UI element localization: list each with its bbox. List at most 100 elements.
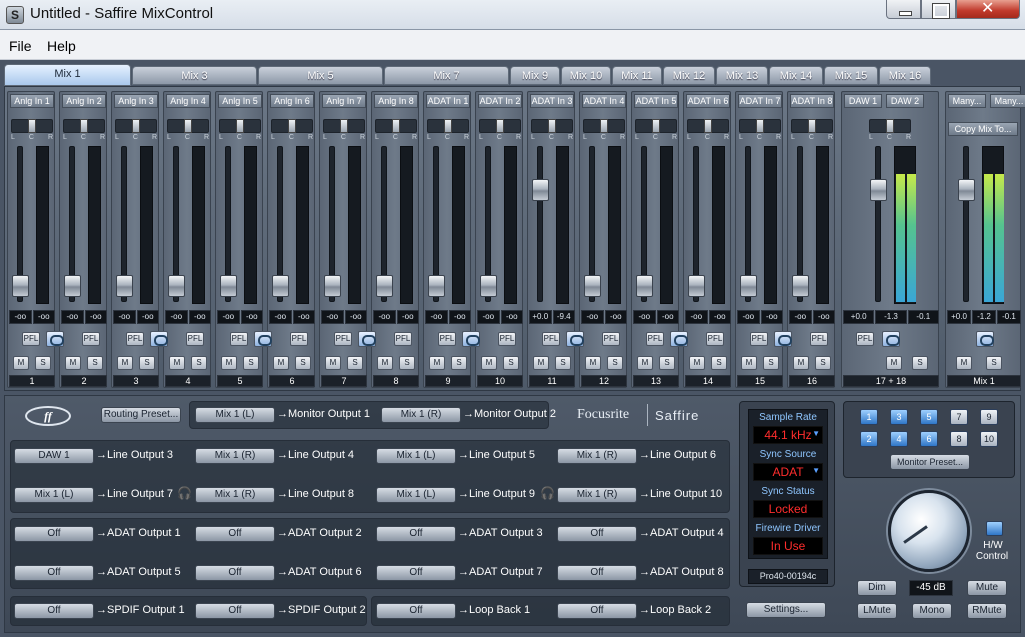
- monitor-volume-knob[interactable]: [888, 490, 970, 572]
- mute-button[interactable]: M: [13, 356, 29, 370]
- solo-button[interactable]: S: [503, 356, 519, 370]
- solo-button[interactable]: S: [139, 356, 155, 370]
- channel-name[interactable]: Anlg In 8: [374, 94, 418, 108]
- channel-name[interactable]: Many...: [948, 94, 986, 108]
- solo-button[interactable]: S: [607, 356, 623, 370]
- tab-mix-14[interactable]: Mix 14: [769, 66, 823, 85]
- tab-mix-13[interactable]: Mix 13: [716, 66, 768, 85]
- pan-slider[interactable]: [375, 119, 417, 133]
- channel-name[interactable]: DAW 2: [886, 94, 924, 108]
- pan-handle[interactable]: [28, 119, 36, 133]
- mute-button[interactable]: M: [886, 356, 902, 370]
- channel-name[interactable]: ADAT In 3: [530, 94, 574, 108]
- monitor-output-button-5[interactable]: 5: [920, 409, 938, 425]
- pan-handle[interactable]: [652, 119, 660, 133]
- route-source-select[interactable]: Mix 1 (L): [376, 448, 456, 464]
- monitor-output-button-3[interactable]: 3: [890, 409, 908, 425]
- mute-button[interactable]: M: [689, 356, 705, 370]
- solo-button[interactable]: S: [815, 356, 831, 370]
- volume-fader[interactable]: [792, 275, 809, 297]
- pfl-button[interactable]: PFL: [82, 332, 100, 346]
- pfl-button[interactable]: PFL: [22, 332, 40, 346]
- tab-mix-15[interactable]: Mix 15: [824, 66, 878, 85]
- mute-button[interactable]: M: [956, 356, 972, 370]
- route-source-select[interactable]: Off: [14, 603, 94, 619]
- dim-button[interactable]: Dim: [857, 580, 897, 596]
- pan-slider[interactable]: [791, 119, 833, 133]
- volume-fader[interactable]: [958, 179, 975, 201]
- pan-handle[interactable]: [340, 119, 348, 133]
- mono-button[interactable]: Mono: [912, 603, 952, 619]
- sync-source-value[interactable]: ADAT ▼: [753, 463, 823, 481]
- pfl-button[interactable]: PFL: [186, 332, 204, 346]
- pfl-button[interactable]: PFL: [602, 332, 620, 346]
- mute-button[interactable]: M: [117, 356, 133, 370]
- tab-mix-7[interactable]: Mix 7: [384, 66, 509, 85]
- solo-button[interactable]: S: [399, 356, 415, 370]
- monitor-output-button-4[interactable]: 4: [890, 431, 908, 447]
- channel-name[interactable]: ADAT In 7: [738, 94, 782, 108]
- pan-slider[interactable]: [219, 119, 261, 133]
- channel-name[interactable]: Anlg In 5: [218, 94, 262, 108]
- channel-name[interactable]: Anlg In 2: [62, 94, 106, 108]
- pan-slider[interactable]: [11, 119, 53, 133]
- pan-slider[interactable]: [63, 119, 105, 133]
- route-source-select[interactable]: Off: [195, 526, 275, 542]
- tab-mix-10[interactable]: Mix 10: [561, 66, 611, 85]
- route-source-select[interactable]: DAW 1: [14, 448, 94, 464]
- tab-mix-9[interactable]: Mix 9: [510, 66, 560, 85]
- copy-mix-button[interactable]: Copy Mix To...: [948, 122, 1018, 136]
- channel-name[interactable]: ADAT In 6: [686, 94, 730, 108]
- tab-mix-1[interactable]: Mix 1: [4, 64, 131, 86]
- pan-slider[interactable]: [115, 119, 157, 133]
- pan-handle[interactable]: [600, 119, 608, 133]
- route-source-select[interactable]: Mix 1 (R): [195, 487, 275, 503]
- maximize-button[interactable]: [921, 0, 956, 19]
- stereo-link-button[interactable]: [976, 331, 994, 347]
- pan-handle[interactable]: [496, 119, 504, 133]
- volume-fader[interactable]: [688, 275, 705, 297]
- stereo-link-button[interactable]: [882, 331, 900, 347]
- tab-mix-16[interactable]: Mix 16: [879, 66, 931, 85]
- route-source-select[interactable]: Off: [14, 526, 94, 542]
- stereo-link-button[interactable]: [566, 331, 584, 347]
- route-source-select[interactable]: Off: [14, 565, 94, 581]
- stereo-link-button[interactable]: [46, 331, 64, 347]
- tab-mix-11[interactable]: Mix 11: [612, 66, 662, 85]
- volume-fader[interactable]: [870, 179, 887, 201]
- mute-button[interactable]: M: [429, 356, 445, 370]
- solo-button[interactable]: S: [912, 356, 928, 370]
- mute-button[interactable]: M: [481, 356, 497, 370]
- pfl-button[interactable]: PFL: [810, 332, 828, 346]
- pfl-button[interactable]: PFL: [438, 332, 456, 346]
- monitor-preset-button[interactable]: Monitor Preset...: [890, 454, 970, 470]
- stereo-link-button[interactable]: [358, 331, 376, 347]
- channel-name[interactable]: Anlg In 6: [270, 94, 314, 108]
- tab-mix-3[interactable]: Mix 3: [132, 66, 257, 85]
- mute-button[interactable]: M: [793, 356, 809, 370]
- volume-fader[interactable]: [64, 275, 81, 297]
- mute-button[interactable]: M: [221, 356, 237, 370]
- solo-button[interactable]: S: [347, 356, 363, 370]
- pfl-button[interactable]: PFL: [290, 332, 308, 346]
- pan-handle[interactable]: [704, 119, 712, 133]
- pan-handle[interactable]: [886, 119, 894, 133]
- route-source-select[interactable]: Off: [195, 603, 275, 619]
- mute-button[interactable]: M: [65, 356, 81, 370]
- mute-button[interactable]: M: [169, 356, 185, 370]
- pan-slider[interactable]: [531, 119, 573, 133]
- settings-button[interactable]: Settings...: [746, 602, 826, 618]
- sample-rate-value[interactable]: 44.1 kHz ▼: [753, 426, 823, 444]
- solo-button[interactable]: S: [451, 356, 467, 370]
- route-source-select[interactable]: Off: [376, 526, 456, 542]
- solo-button[interactable]: S: [711, 356, 727, 370]
- pan-slider[interactable]: [479, 119, 521, 133]
- pfl-button[interactable]: PFL: [750, 332, 768, 346]
- channel-name[interactable]: ADAT In 8: [790, 94, 834, 108]
- volume-fader[interactable]: [428, 275, 445, 297]
- menu-file[interactable]: File: [9, 38, 32, 54]
- solo-button[interactable]: S: [35, 356, 51, 370]
- solo-button[interactable]: S: [555, 356, 571, 370]
- solo-button[interactable]: S: [659, 356, 675, 370]
- mute-button[interactable]: M: [585, 356, 601, 370]
